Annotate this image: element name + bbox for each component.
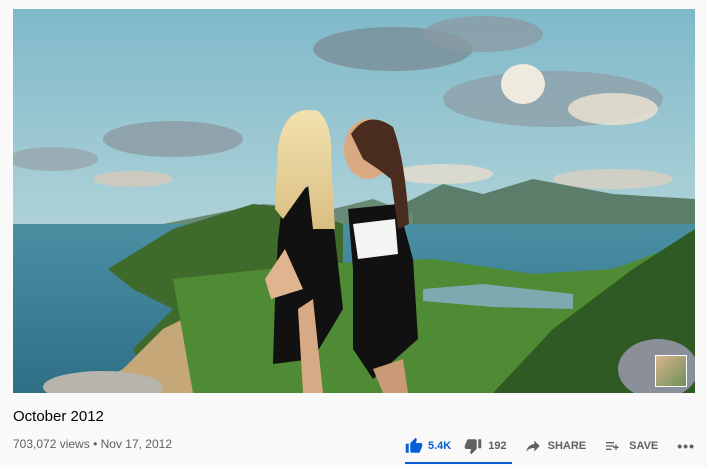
dislike-count: 192 — [488, 440, 507, 452]
share-label: SHARE — [547, 440, 587, 452]
upload-date: Nov 17, 2012 — [100, 437, 172, 451]
like-count: 5.4K — [428, 440, 452, 452]
more-actions-button[interactable]: ••• — [677, 438, 695, 454]
view-count: 703,072 views — [13, 437, 90, 451]
video-title: October 2012 — [13, 408, 104, 425]
thumbs-down-icon — [465, 439, 482, 455]
like-sentiment-bar — [405, 462, 512, 464]
video-watch-page: October 2012 703,072 views • Nov 17, 201… — [0, 0, 707, 467]
thumbs-up-icon — [405, 437, 423, 453]
video-player[interactable] — [13, 9, 695, 393]
video-mini-thumbnail — [655, 355, 687, 387]
save-label: SAVE — [629, 440, 659, 452]
save-button[interactable]: SAVE — [604, 438, 658, 454]
more-horizontal-icon: ••• — [677, 438, 695, 454]
playlist-add-icon — [606, 442, 619, 450]
meta-separator: • — [93, 437, 98, 451]
video-metadata: 703,072 views • Nov 17, 2012 — [13, 437, 172, 451]
dislike-button[interactable]: 192 — [464, 437, 507, 455]
share-button[interactable]: SHARE — [525, 438, 587, 454]
video-frame-image — [13, 9, 695, 393]
like-button[interactable]: 5.4K — [405, 437, 451, 455]
video-actions-bar: 5.4K 192 SHARE SAVE ••• — [405, 434, 695, 458]
share-arrow-icon — [525, 440, 540, 452]
